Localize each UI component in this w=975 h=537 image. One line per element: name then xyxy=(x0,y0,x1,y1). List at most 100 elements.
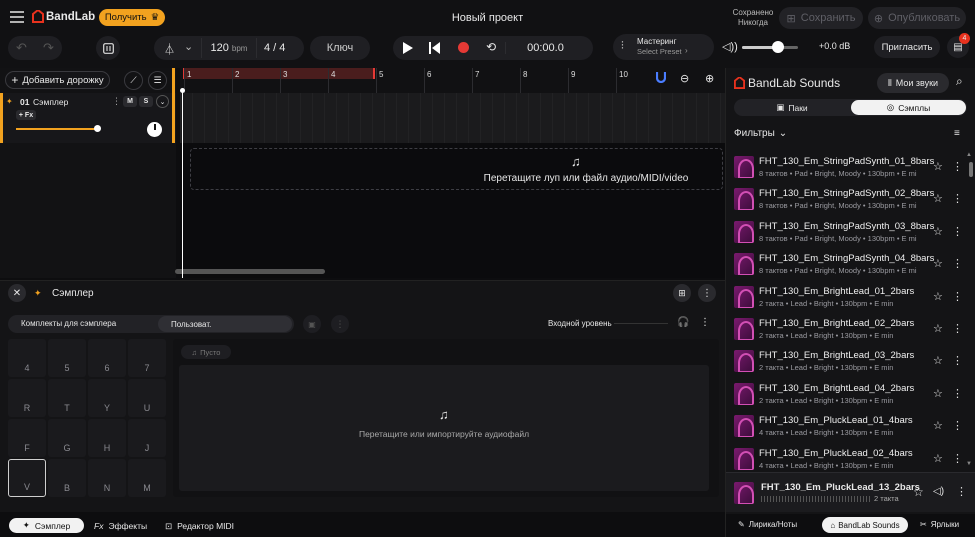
sample-drop-zone[interactable]: ♫ Перетащите или импортируйте аудиофайл xyxy=(179,365,709,491)
favorite-icon[interactable]: ☆ xyxy=(933,419,943,432)
sample-list-item[interactable]: FHT_130_Em_BrightLead_02_2bars 2 такта • … xyxy=(726,313,968,345)
speaker-icon[interactable]: ◁)) xyxy=(722,40,738,53)
more-icon[interactable]: ⋮ xyxy=(956,485,967,498)
scroll-down-icon[interactable]: ▼ xyxy=(966,461,972,467)
timeline-area[interactable]: ♫ Перетащите луп или файл аудио/MIDI/vid… xyxy=(175,93,725,278)
chevron-down-icon[interactable]: ⌄ xyxy=(184,40,193,53)
pan-knob[interactable] xyxy=(147,122,162,137)
more-icon[interactable]: ⋮ xyxy=(952,354,963,367)
sample-list-item[interactable]: FHT_130_Em_StringPadSynth_04_8bars 8 такт… xyxy=(726,248,968,280)
playhead[interactable] xyxy=(182,90,183,278)
more-icon[interactable]: ⋮ xyxy=(952,225,963,238)
tempo-field[interactable]: 120 bpm xyxy=(201,38,257,58)
favorite-icon[interactable]: ☆ xyxy=(933,387,943,400)
sort-icon[interactable]: ≡ xyxy=(954,128,960,139)
track-more-icon[interactable]: ⋮ xyxy=(112,96,121,107)
track-name[interactable]: Сэмплер xyxy=(33,97,68,107)
sampler-pad[interactable]: T xyxy=(48,379,86,417)
input-more-icon[interactable]: ⋮ xyxy=(700,317,710,328)
tab-labels[interactable]: ✂ Ярлыки xyxy=(920,520,959,529)
key-button[interactable]: Ключ xyxy=(310,36,370,60)
kit-more-button[interactable]: ⋮ xyxy=(331,315,349,333)
sample-list-item[interactable]: FHT_130_Em_PluckLead_01_4bars 4 такта • L… xyxy=(726,410,968,442)
loop-region[interactable] xyxy=(183,68,375,79)
sampler-pad[interactable]: G xyxy=(48,419,86,457)
my-sounds-button[interactable]: ⫴ Мои звуки xyxy=(877,73,949,93)
solo-button[interactable]: S xyxy=(139,96,153,107)
volume-icon[interactable]: ◁) xyxy=(933,486,944,497)
playhead-handle[interactable] xyxy=(180,88,185,93)
zoom-out-icon[interactable]: ⊖ xyxy=(680,72,689,85)
sampler-pad[interactable]: 7 xyxy=(128,339,166,377)
favorite-icon[interactable]: ☆ xyxy=(933,290,943,303)
tab-bandlab-sounds[interactable]: ⌂ BandLab Sounds xyxy=(822,517,908,533)
loop-icon[interactable]: ⟲ xyxy=(486,40,496,54)
sampler-pad[interactable]: Y xyxy=(88,379,126,417)
filters-button[interactable]: Фильтры ⌄ xyxy=(734,128,787,139)
time-signature[interactable]: 4 / 4 xyxy=(264,42,285,54)
sample-list-item[interactable]: FHT_130_Em_StringPadSynth_01_8bars 8 такт… xyxy=(726,151,968,183)
panel-toggle-button[interactable] xyxy=(96,36,120,60)
sample-list-item[interactable]: FHT_130_Em_PluckLead_02_4bars 4 такта • L… xyxy=(726,443,968,475)
favorite-icon[interactable]: ☆ xyxy=(933,257,943,270)
sample-list-item[interactable]: FHT_130_Em_BrightLead_04_2bars 2 такта • … xyxy=(726,378,968,410)
save-kit-button[interactable]: ▣ xyxy=(303,315,321,333)
tab-user[interactable]: Пользоват. xyxy=(158,316,292,332)
tab-sampler[interactable]: ✦ Сэмплер xyxy=(9,518,84,533)
tab-samples[interactable]: ◎ Сэмплы xyxy=(851,100,966,115)
sampler-pad[interactable]: B xyxy=(48,459,86,497)
sample-list-item[interactable]: FHT_130_Em_BrightLead_03_2bars 2 такта • … xyxy=(726,345,968,377)
sampler-pad[interactable]: 6 xyxy=(88,339,126,377)
master-volume-slider[interactable] xyxy=(742,41,798,53)
more-icon[interactable]: ⋮ xyxy=(952,322,963,335)
more-icon[interactable]: ⋮ xyxy=(952,452,963,465)
sampler-pad[interactable]: 5 xyxy=(48,339,86,377)
favorite-icon[interactable]: ☆ xyxy=(933,160,943,173)
favorite-icon[interactable]: ☆ xyxy=(933,225,943,238)
sampler-pad[interactable]: R xyxy=(8,379,46,417)
more-icon[interactable]: ⋮ xyxy=(952,192,963,205)
more-icon[interactable]: ⋮ xyxy=(952,257,963,270)
more-icon[interactable]: ⋮ xyxy=(952,290,963,303)
more-icon[interactable]: ⋮ xyxy=(952,387,963,400)
zoom-in-icon[interactable]: ⊕ xyxy=(705,72,714,85)
favorite-icon[interactable]: ☆ xyxy=(933,192,943,205)
mixer-button[interactable]: ☰ xyxy=(148,71,167,90)
drop-zone[interactable]: ♫ Перетащите луп или файл аудио/MIDI/vid… xyxy=(190,148,723,190)
sampler-pad[interactable]: F xyxy=(8,419,46,457)
menu-icon[interactable] xyxy=(10,11,24,23)
more-icon[interactable]: ⋮ xyxy=(952,160,963,173)
tab-midi-editor[interactable]: ⊡ Редактор MIDI xyxy=(165,521,234,532)
play-icon[interactable] xyxy=(403,42,413,54)
sampler-pad[interactable]: N xyxy=(88,459,126,497)
skip-back-icon[interactable] xyxy=(429,42,440,54)
mastering-button[interactable]: ⫶ Мастеринг Select Preset › xyxy=(613,34,714,60)
sampler-layout-button[interactable]: ⊞ xyxy=(673,284,691,302)
magnet-icon[interactable] xyxy=(656,72,666,83)
sampler-pad[interactable]: J xyxy=(128,419,166,457)
sampler-pad[interactable]: V xyxy=(8,459,46,497)
favorite-icon[interactable]: ☆ xyxy=(913,485,924,499)
tab-effects[interactable]: Fx Эффекты xyxy=(94,521,147,531)
scroll-up-icon[interactable]: ▲ xyxy=(966,152,972,158)
headphones-icon[interactable]: 🎧 xyxy=(677,317,689,328)
sampler-pad[interactable]: H xyxy=(88,419,126,457)
favorite-icon[interactable]: ☆ xyxy=(933,452,943,465)
track-expand-button[interactable]: ⌄ xyxy=(156,95,169,108)
sampler-pad[interactable]: U xyxy=(128,379,166,417)
metronome-icon[interactable]: ⏃ xyxy=(164,41,175,57)
sampler-pad[interactable]: 4 xyxy=(8,339,46,377)
automation-button[interactable]: ⟋ xyxy=(124,71,143,90)
sampler-more-button[interactable]: ⋮ xyxy=(698,284,716,302)
get-button[interactable]: Получить ♛ xyxy=(99,9,165,26)
fx-button[interactable]: + Fx xyxy=(16,110,36,120)
sample-list-item[interactable]: FHT_130_Em_StringPadSynth_03_8bars 8 такт… xyxy=(726,216,968,248)
invite-button[interactable]: Пригласить xyxy=(874,36,940,58)
favorite-icon[interactable]: ☆ xyxy=(933,322,943,335)
volume-knob[interactable] xyxy=(772,41,784,53)
publish-button[interactable]: ⊕ Опубликовать xyxy=(868,7,966,29)
sample-list-item[interactable]: FHT_130_Em_StringPadSynth_02_8bars 8 такт… xyxy=(726,183,968,215)
redo-icon[interactable]: ↷ xyxy=(43,40,54,56)
track-lane[interactable] xyxy=(180,93,725,143)
tab-lyrics[interactable]: ✎ Лирика/Ноты xyxy=(738,520,797,529)
